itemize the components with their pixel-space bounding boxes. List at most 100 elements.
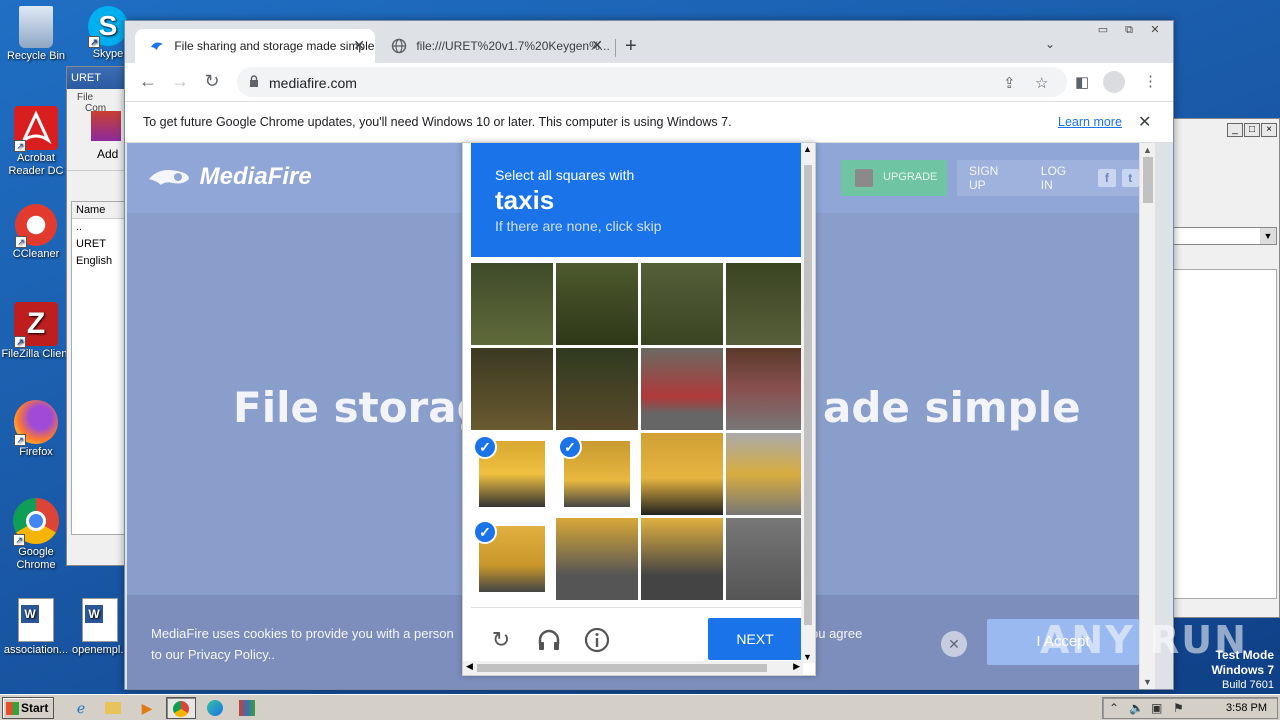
tab-search-chevron-icon[interactable]: ⌄ (1045, 37, 1055, 51)
scrollbar-thumb[interactable] (1143, 157, 1153, 203)
kebab-menu-icon[interactable]: ⋮ (1143, 72, 1158, 90)
desktop-icon-firefox[interactable]: ↗ Firefox (0, 400, 72, 459)
dropdown-field[interactable]: ▼ (1173, 227, 1277, 245)
captcha-tile[interactable] (556, 348, 638, 430)
desktop-icon-openempl[interactable]: W openempl... (72, 598, 129, 657)
learn-more-link[interactable]: Learn more (1058, 115, 1122, 129)
url-text[interactable]: mediafire.com (269, 75, 357, 91)
sign-up-button[interactable]: SIGN UP (957, 164, 1029, 192)
checkmark-icon: ✓ (473, 435, 497, 459)
captcha-tile[interactable] (726, 263, 808, 345)
upgrade-button[interactable]: UPGRADE (841, 160, 947, 196)
test-mode-text: Test Mode Windows 7 Build 7601 (1211, 648, 1274, 692)
edge-icon[interactable] (200, 697, 230, 719)
share-icon[interactable]: ⇪ (1003, 74, 1016, 92)
chrome-icon: ↗ (13, 498, 59, 546)
forward-arrow-icon[interactable]: → (169, 71, 191, 93)
side-panel-icon[interactable]: ◧ (1075, 73, 1089, 91)
desktop-icon-label: CCleaner (12, 248, 60, 260)
close-button[interactable]: × (1261, 123, 1277, 137)
filezilla-icon: Z ↗ (14, 302, 58, 348)
close-icon[interactable]: ✕ (1138, 112, 1151, 132)
log-in-button[interactable]: LOG IN (1029, 164, 1092, 192)
scroll-right-arrow-icon[interactable]: ▶ (793, 661, 800, 672)
chrome-taskbar-icon[interactable] (166, 697, 196, 719)
desktop-icon-ccleaner[interactable]: ↗ CCleaner (0, 204, 72, 261)
headphones-icon[interactable] (535, 626, 563, 654)
captcha-tile[interactable]: ✓ (556, 433, 638, 515)
header-actions: SIGN UP LOG IN f t (957, 160, 1139, 196)
ie-icon[interactable]: ℯ (66, 697, 96, 719)
scrollbar-thumb[interactable] (477, 664, 767, 672)
captcha-tile[interactable] (556, 263, 638, 345)
scroll-up-arrow-icon[interactable]: ▲ (1143, 145, 1152, 155)
network-icon[interactable]: ▣ (1151, 701, 1162, 715)
mediafire-logo[interactable]: MediaFire (147, 163, 312, 191)
explorer-folder-icon[interactable] (98, 697, 128, 719)
desktop-icon-association[interactable]: W association... (0, 598, 72, 657)
captcha-tile[interactable] (726, 518, 808, 600)
privacy-policy-link[interactable]: to our Privacy Policy.. (151, 647, 275, 662)
tab-separator (615, 39, 616, 57)
captcha-scrollbar-vertical[interactable]: ▲ ▼ (801, 143, 815, 663)
captcha-tile[interactable] (641, 348, 723, 430)
scroll-down-arrow-icon[interactable]: ▼ (803, 652, 812, 662)
captcha-tile[interactable] (641, 263, 723, 345)
media-player-icon[interactable]: ▶ (132, 697, 162, 719)
next-button[interactable]: NEXT (708, 618, 802, 660)
clock[interactable]: 3:58 PM (1226, 702, 1267, 714)
maximize-button[interactable]: □ (1244, 123, 1260, 137)
desktop-icon-acrobat[interactable]: ↗ Acrobat Reader DC (0, 106, 72, 178)
tab-mediafire[interactable]: File sharing and storage made simple ✕ (135, 29, 375, 63)
page-scrollbar[interactable]: ▲ ▼ (1139, 143, 1155, 689)
info-icon[interactable] (583, 626, 611, 654)
action-center-flag-icon[interactable]: ⚑ (1173, 701, 1184, 715)
show-hidden-icons-icon[interactable]: ⌃ (1109, 701, 1119, 715)
captcha-tile[interactable] (471, 263, 553, 345)
minimize-button[interactable]: _ (1227, 123, 1243, 137)
tab-file[interactable]: file:///URET%20v1.7%20Keygen%... ✕ (377, 29, 613, 63)
bookmark-star-icon[interactable]: ☆ (1035, 74, 1048, 92)
recaptcha-challenge[interactable]: Select all squares with taxis If there a… (462, 142, 816, 676)
desktop-icon-filezilla[interactable]: Z ↗ FileZilla Client (0, 302, 72, 361)
captcha-tile[interactable] (641, 518, 723, 600)
desktop-icon-label: association... (3, 644, 69, 656)
profile-avatar-icon[interactable] (1103, 71, 1125, 93)
back-arrow-icon[interactable]: ← (137, 71, 159, 93)
captcha-tile[interactable] (641, 433, 723, 515)
add-button-label[interactable]: Add (97, 147, 118, 161)
facebook-icon[interactable]: f (1098, 169, 1116, 187)
captcha-tile[interactable]: ✓ (471, 518, 553, 600)
background-window-right[interactable]: _ □ × ▼ (1172, 118, 1280, 618)
captcha-tile[interactable] (556, 518, 638, 600)
reload-icon[interactable]: ↻ (487, 626, 515, 654)
restore-button[interactable]: ⧉ (1117, 23, 1141, 39)
cookie-close-icon[interactable]: ✕ (941, 631, 967, 657)
tab-close-icon[interactable]: ✕ (353, 37, 365, 54)
scroll-down-arrow-icon[interactable]: ▼ (1143, 677, 1152, 687)
minimize-button[interactable]: ▭ (1091, 23, 1115, 39)
start-button[interactable]: Start (2, 697, 54, 719)
add-icon[interactable] (91, 111, 121, 141)
captcha-tile[interactable]: ✓ (471, 433, 553, 515)
desktop-icon-chrome[interactable]: ↗ Google Chrome (0, 498, 72, 572)
speaker-icon[interactable]: 🔈 (1129, 701, 1144, 715)
scroll-up-arrow-icon[interactable]: ▲ (803, 144, 812, 154)
close-button[interactable]: ✕ (1143, 23, 1167, 39)
winrar-taskbar-icon[interactable] (232, 697, 262, 719)
desktop-icon-label: Firefox (19, 446, 53, 458)
desktop-icon-recycle-bin[interactable]: Recycle Bin (0, 6, 72, 63)
captcha-scrollbar-horizontal[interactable]: ◀ ▶ (463, 661, 803, 675)
scrollbar-thumb[interactable] (804, 165, 812, 625)
tab-close-icon[interactable]: ✕ (591, 37, 603, 54)
captcha-tile[interactable] (471, 348, 553, 430)
captcha-tile[interactable] (726, 348, 808, 430)
scroll-left-arrow-icon[interactable]: ◀ (466, 661, 473, 672)
reload-icon[interactable]: ↻ (201, 71, 223, 93)
new-tab-icon[interactable]: + (625, 35, 637, 58)
twitter-icon[interactable]: t (1121, 169, 1139, 187)
menu-file[interactable]: File (77, 92, 93, 103)
captcha-tile[interactable] (726, 433, 808, 515)
address-bar[interactable]: mediafire.com ⇪ ☆ (237, 67, 1067, 97)
acrobat-icon: ↗ (14, 106, 58, 152)
